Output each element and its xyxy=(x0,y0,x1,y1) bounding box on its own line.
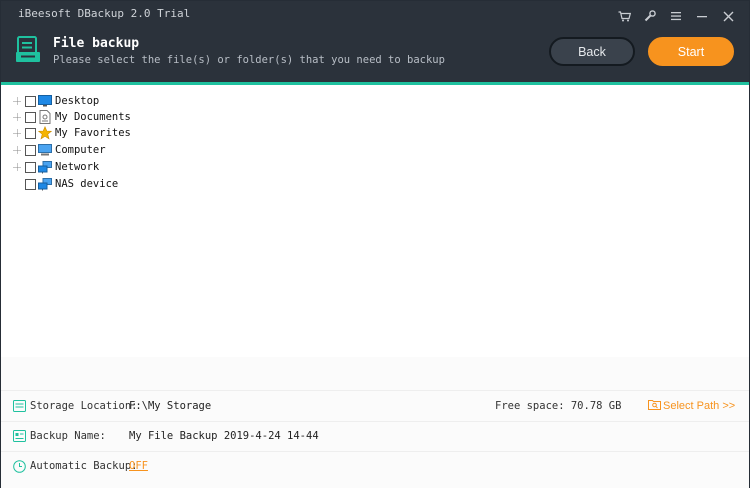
tree-item-checkbox[interactable] xyxy=(25,127,36,139)
backup-name-icon xyxy=(13,430,26,443)
automatic-backup-toggle[interactable]: OFF xyxy=(129,460,148,472)
backup-settings-panel: Storage Location: F:\My Storage Free spa… xyxy=(1,357,749,488)
tree-item-checkbox[interactable] xyxy=(25,111,36,123)
tree-item-label: Desktop xyxy=(55,95,100,107)
expand-icon[interactable] xyxy=(12,96,22,106)
tree-item-checkbox[interactable] xyxy=(25,144,36,156)
file-backup-icon xyxy=(15,36,41,64)
network-icon xyxy=(38,177,52,191)
documents-icon xyxy=(38,110,52,124)
page-subtitle: Please select the file(s) or folder(s) t… xyxy=(53,54,445,66)
computer-icon xyxy=(38,143,52,157)
window-controls xyxy=(611,7,741,25)
expand-icon[interactable] xyxy=(12,128,22,138)
cart-icon[interactable] xyxy=(611,7,637,25)
tree-item-label: Network xyxy=(55,161,100,173)
close-icon[interactable] xyxy=(715,7,741,25)
backup-name-row: Backup Name: My File Backup 2019-4-24 14… xyxy=(1,421,749,451)
network-icon xyxy=(38,160,52,174)
tree-item-my-documents[interactable]: My Documents xyxy=(12,109,131,125)
expand-icon[interactable] xyxy=(12,162,22,172)
free-space-text: Free space: 70.78 GB xyxy=(495,400,622,412)
desktop-icon xyxy=(38,94,52,108)
expand-icon[interactable] xyxy=(12,145,22,155)
settings-icon[interactable] xyxy=(637,7,663,25)
select-path-label: Select Path >> xyxy=(663,400,736,412)
tree-item-label: Computer xyxy=(55,144,106,156)
expand-icon[interactable] xyxy=(12,112,22,122)
menu-icon[interactable] xyxy=(663,7,689,25)
tree-item-label: My Documents xyxy=(55,111,131,123)
tree-item-checkbox[interactable] xyxy=(25,95,36,107)
storage-location-value: F:\My Storage xyxy=(129,400,212,412)
tree-item-checkbox[interactable] xyxy=(25,178,36,190)
select-path-link[interactable]: Select Path >> xyxy=(648,399,735,413)
tree-item-desktop[interactable]: Desktop xyxy=(12,93,99,109)
storage-icon xyxy=(13,400,26,413)
tree-item-network[interactable]: Network xyxy=(12,159,99,175)
tree-item-my-favorites[interactable]: My Favorites xyxy=(12,125,131,141)
automatic-backup-row: Automatic Backup: OFF xyxy=(1,451,749,481)
header: iBeesoft DBackup 2.0 Trial File backup P… xyxy=(1,1,749,84)
tree-item-computer[interactable]: Computer xyxy=(12,142,106,158)
backup-name-label: Backup Name: xyxy=(30,430,106,442)
tree-item-label: My Favorites xyxy=(55,127,131,139)
backup-name-value[interactable]: My File Backup 2019-4-24 14-44 xyxy=(129,430,319,442)
back-button[interactable]: Back xyxy=(549,37,635,66)
window-title: iBeesoft DBackup 2.0 Trial xyxy=(18,7,191,20)
storage-location-label: Storage Location: xyxy=(30,400,138,412)
file-tree: Desktop My Documents My Favorites Comput… xyxy=(1,85,749,357)
clock-icon xyxy=(13,460,26,473)
start-button[interactable]: Start xyxy=(648,37,734,66)
tree-item-checkbox[interactable] xyxy=(25,161,36,173)
tree-item-nas-device[interactable]: NAS device xyxy=(12,176,118,192)
tree-item-label: NAS device xyxy=(55,178,119,190)
star-icon xyxy=(38,126,52,140)
automatic-backup-label: Automatic Backup: xyxy=(30,460,138,472)
minimize-icon[interactable] xyxy=(689,7,715,25)
app-window: iBeesoft DBackup 2.0 Trial File backup P… xyxy=(0,0,750,488)
folder-search-icon xyxy=(648,399,661,413)
storage-location-row: Storage Location: F:\My Storage Free spa… xyxy=(1,391,749,421)
page-title: File backup xyxy=(53,36,140,51)
